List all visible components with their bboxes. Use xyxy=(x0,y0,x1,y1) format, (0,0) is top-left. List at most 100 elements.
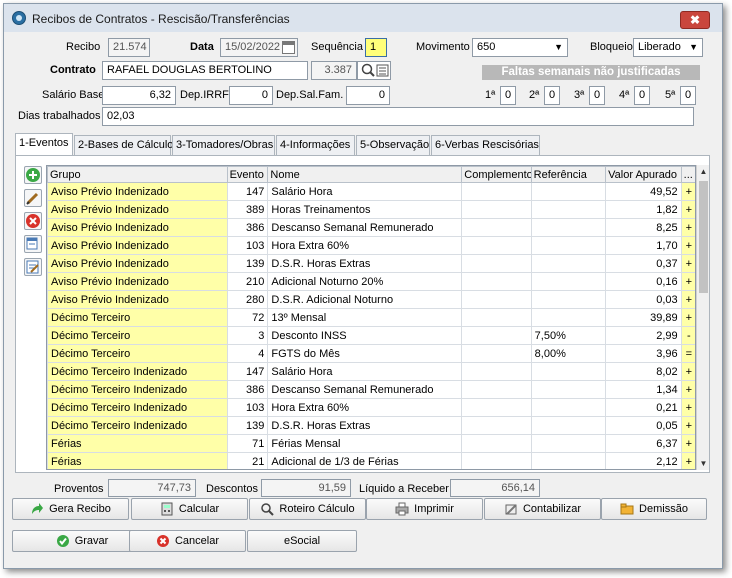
tab-bases-calculo[interactable]: 2-Bases de Cálculo xyxy=(74,135,173,155)
cell-referencia[interactable] xyxy=(530,200,607,219)
tab-observacao[interactable]: 5-Observação xyxy=(356,135,430,155)
date-field[interactable]: 15/02/2022 xyxy=(220,38,298,57)
cell-grupo[interactable]: Décimo Terceiro Indenizado xyxy=(47,398,228,417)
cell-evento[interactable]: 21 xyxy=(226,452,269,469)
cell-referencia[interactable] xyxy=(530,236,607,255)
cell-valor[interactable]: 1,34 xyxy=(605,380,682,399)
cell-complemento[interactable] xyxy=(461,416,532,435)
scroll-thumb[interactable] xyxy=(699,181,708,293)
cell-evento[interactable]: 71 xyxy=(226,434,269,453)
dias-field[interactable]: 02,03 xyxy=(102,107,694,126)
cell-complemento[interactable] xyxy=(461,236,532,255)
cell-valor[interactable]: 0,37 xyxy=(605,254,682,273)
cell-nome[interactable]: Hora Extra 60% xyxy=(267,398,463,417)
table-row[interactable]: Décimo Terceiro Indenizado 147 Salário Hor… xyxy=(47,362,695,381)
cell-evento[interactable]: 389 xyxy=(226,200,269,219)
cell-sinal[interactable]: + xyxy=(680,272,695,291)
col-header-grupo[interactable]: Grupo xyxy=(47,166,228,183)
cell-nome[interactable]: FGTS do Mês xyxy=(267,344,463,363)
col-header-referencia[interactable]: Referência xyxy=(530,166,607,183)
tab-tomadores-obras[interactable]: 3-Tomadores/Obras xyxy=(172,135,275,155)
cell-valor[interactable]: 0,03 xyxy=(605,290,682,309)
cell-complemento[interactable] xyxy=(461,200,532,219)
cell-grupo[interactable]: Aviso Prévio Indenizado xyxy=(47,254,228,273)
grid-scrollbar[interactable]: ▲ ▼ xyxy=(696,165,709,470)
bloqueio-select[interactable]: Liberado ▼ xyxy=(633,38,703,57)
sequencia-field[interactable]: 1 xyxy=(365,38,387,57)
cell-grupo[interactable]: Décimo Terceiro xyxy=(47,326,228,345)
cell-grupo[interactable]: Férias xyxy=(47,452,228,469)
demissao-button[interactable]: Demissão xyxy=(601,498,707,520)
cell-evento[interactable]: 139 xyxy=(226,416,269,435)
delete-event-button[interactable] xyxy=(24,212,42,230)
cell-nome[interactable]: Adicional Noturno 20% xyxy=(267,272,463,291)
copy-event-button[interactable] xyxy=(24,235,42,253)
cell-referencia[interactable] xyxy=(530,398,607,417)
cell-nome[interactable]: Salário Hora xyxy=(267,182,463,201)
cell-complemento[interactable] xyxy=(461,308,532,327)
movimento-select[interactable]: 650 ▼ xyxy=(472,38,568,57)
cell-referencia[interactable] xyxy=(530,452,607,469)
cell-valor[interactable]: 8,25 xyxy=(605,218,682,237)
table-row[interactable]: Aviso Prévio Indenizado 103 Hora Extra 60%… xyxy=(47,236,695,255)
cell-referencia[interactable] xyxy=(530,362,607,381)
cell-valor[interactable]: 0,05 xyxy=(605,416,682,435)
roteiro-calculo-button[interactable]: Roteiro Cálculo xyxy=(249,498,366,520)
col-header-complemento[interactable]: Complemento xyxy=(461,166,532,183)
cell-sinal[interactable]: + xyxy=(680,416,695,435)
cell-evento[interactable]: 386 xyxy=(226,380,269,399)
table-row[interactable]: Décimo Terceiro 4 FGTS do Mês 8,00% 3,96 = xyxy=(47,344,695,363)
cell-complemento[interactable] xyxy=(461,254,532,273)
table-row[interactable]: Aviso Prévio Indenizado 389 Horas Treiname… xyxy=(47,200,695,219)
cell-evento[interactable]: 210 xyxy=(226,272,269,291)
table-row[interactable]: Aviso Prévio Indenizado 210 Adicional Notu… xyxy=(47,272,695,291)
cell-nome[interactable]: Descanso Semanal Remunerado xyxy=(267,218,463,237)
cell-sinal[interactable]: + xyxy=(680,218,695,237)
cell-grupo[interactable]: Décimo Terceiro Indenizado xyxy=(47,380,228,399)
cell-valor[interactable]: 6,37 xyxy=(605,434,682,453)
events-grid[interactable]: Grupo Evento Nome Complemento Referência… xyxy=(46,165,696,470)
cell-grupo[interactable]: Décimo Terceiro xyxy=(47,344,228,363)
cell-sinal[interactable]: + xyxy=(680,290,695,309)
cell-sinal[interactable]: + xyxy=(680,452,695,469)
cell-complemento[interactable] xyxy=(461,272,532,291)
table-row[interactable]: Aviso Prévio Indenizado 280 D.S.R. Adicion… xyxy=(47,290,695,309)
semana-3-field[interactable]: 0 xyxy=(589,86,605,105)
cell-referencia[interactable] xyxy=(530,272,607,291)
cell-sinal[interactable]: + xyxy=(680,398,695,417)
cell-referencia[interactable] xyxy=(530,308,607,327)
cell-sinal[interactable]: + xyxy=(680,236,695,255)
table-row[interactable]: Décimo Terceiro 3 Desconto INSS 7,50% 2,99- xyxy=(47,326,695,345)
cell-valor[interactable]: 1,82 xyxy=(605,200,682,219)
cell-valor[interactable]: 49,52 xyxy=(605,182,682,201)
cell-complemento[interactable] xyxy=(461,434,532,453)
cell-grupo[interactable]: Aviso Prévio Indenizado xyxy=(47,290,228,309)
edit-event-button[interactable] xyxy=(24,189,42,207)
cell-nome[interactable]: Hora Extra 60% xyxy=(267,236,463,255)
cell-grupo[interactable]: Aviso Prévio Indenizado xyxy=(47,272,228,291)
cell-valor[interactable]: 0,16 xyxy=(605,272,682,291)
cell-grupo[interactable]: Aviso Prévio Indenizado xyxy=(47,200,228,219)
gera-recibo-button[interactable]: Gera Recibo xyxy=(12,498,129,520)
calendar-icon[interactable] xyxy=(282,41,295,54)
cell-sinal[interactable]: - xyxy=(680,326,695,345)
table-row[interactable]: Aviso Prévio Indenizado 139 D.S.R. Horas E… xyxy=(47,254,695,273)
calcular-button[interactable]: Calcular xyxy=(131,498,248,520)
col-header-evento[interactable]: Evento xyxy=(226,166,269,183)
contrato-name-field[interactable]: RAFAEL DOUGLAS BERTOLINO xyxy=(102,61,308,80)
cell-nome[interactable]: D.S.R. Adicional Noturno xyxy=(267,290,463,309)
cell-valor[interactable]: 8,02 xyxy=(605,362,682,381)
cell-grupo[interactable]: Aviso Prévio Indenizado xyxy=(47,218,228,237)
tab-verbas-rescisorias[interactable]: 6-Verbas Rescisórias xyxy=(431,135,540,155)
col-header-sinal[interactable]: ... xyxy=(680,166,695,183)
cell-nome[interactable]: 13º Mensal xyxy=(267,308,463,327)
semana-2-field[interactable]: 0 xyxy=(544,86,560,105)
cell-sinal[interactable]: + xyxy=(680,254,695,273)
add-event-button[interactable] xyxy=(24,166,42,184)
cell-referencia[interactable] xyxy=(530,290,607,309)
cell-grupo[interactable]: Décimo Terceiro Indenizado xyxy=(47,362,228,381)
table-row[interactable]: Décimo Terceiro Indenizado 103 Hora Extra … xyxy=(47,398,695,417)
cell-evento[interactable]: 72 xyxy=(226,308,269,327)
cell-grupo[interactable]: Aviso Prévio Indenizado xyxy=(47,182,228,201)
cell-sinal[interactable]: + xyxy=(680,380,695,399)
